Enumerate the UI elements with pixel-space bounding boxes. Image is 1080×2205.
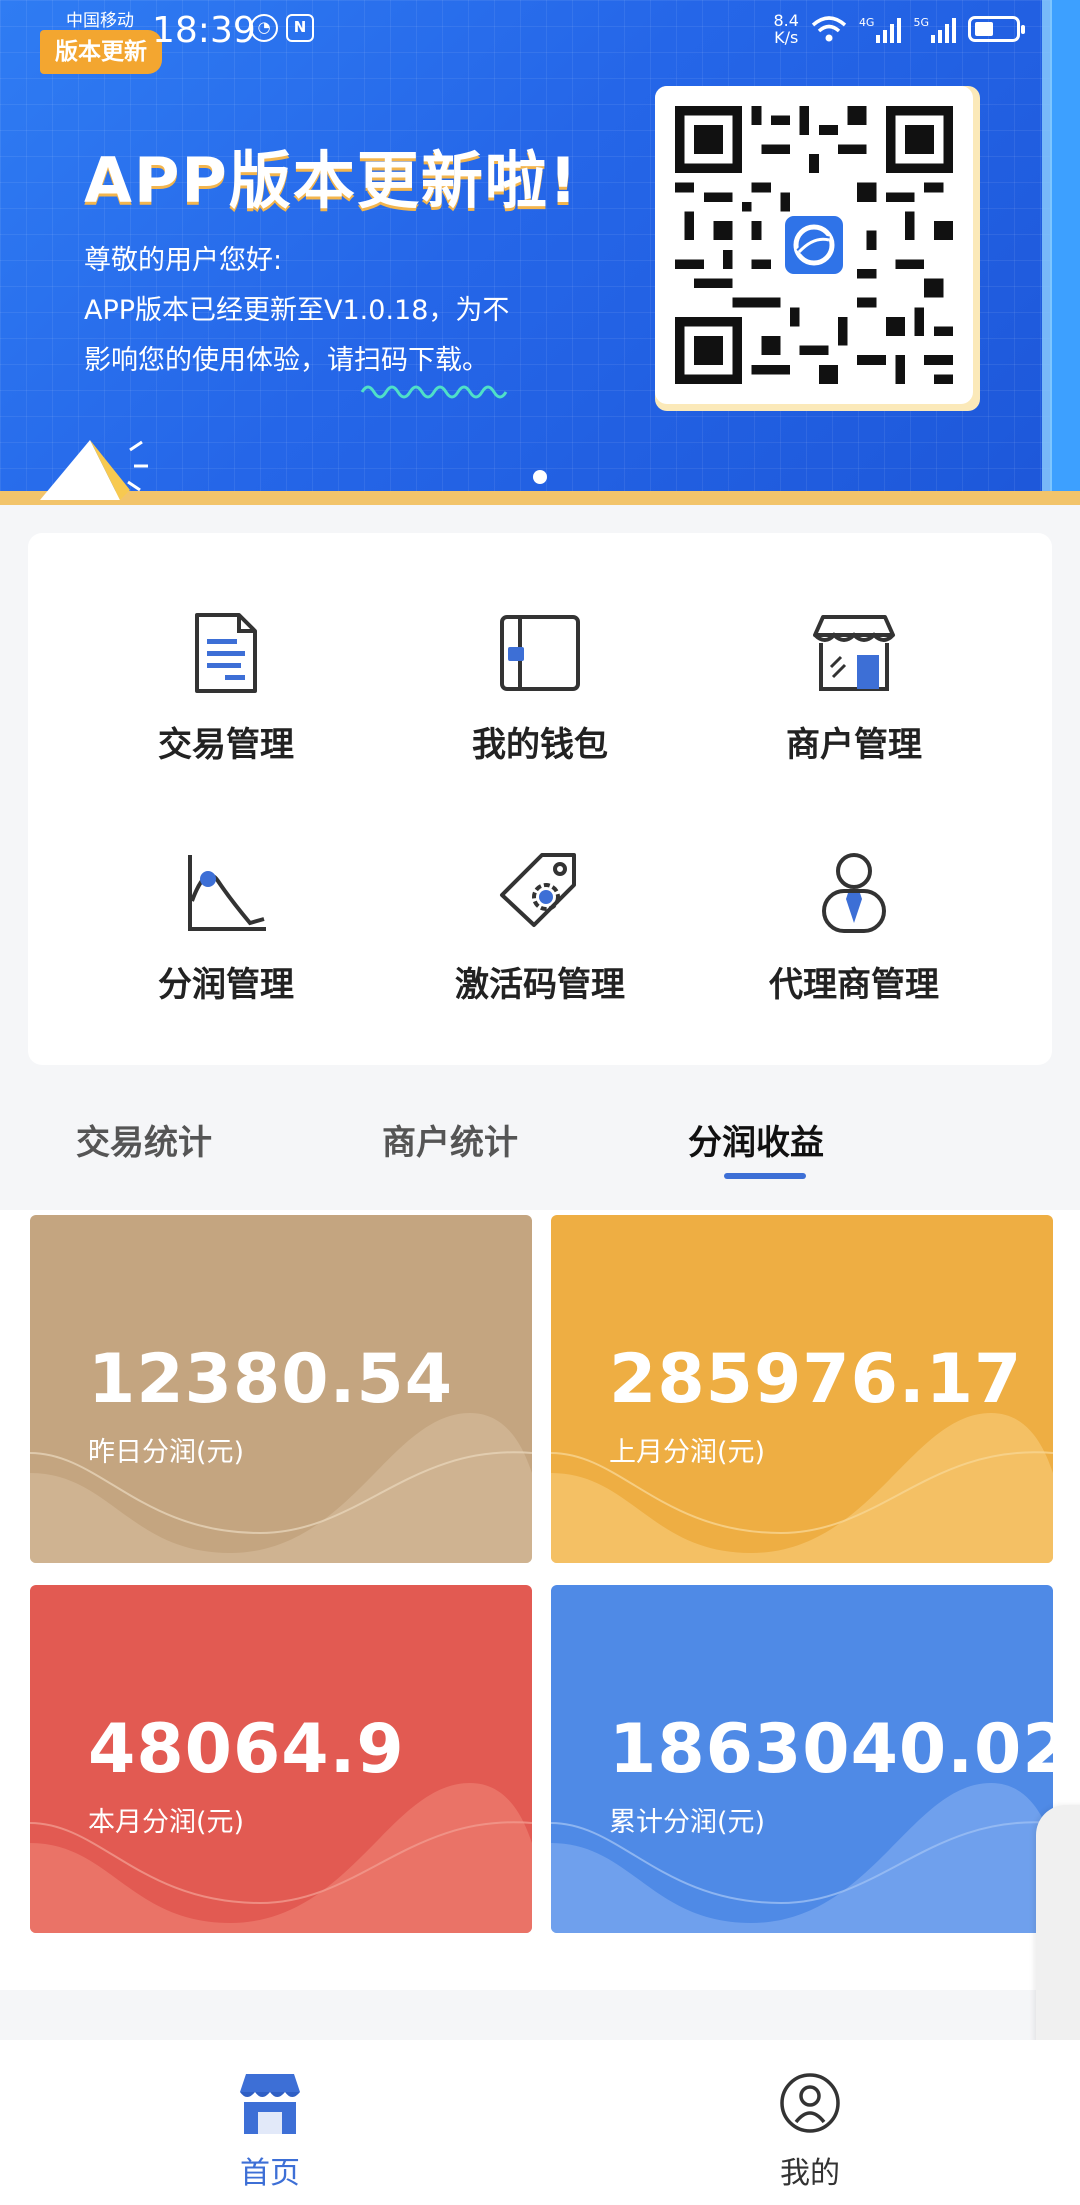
status-bar: 中国移动 18:39 ◔ N 8.4 K/s 4G 5G [0,0,1080,60]
tag-gear-icon [500,853,576,927]
stat-value: 1863040.02 [609,1710,1053,1789]
menu-item-wallet[interactable]: 我的钱包 [390,611,690,766]
tab-merchant-stats[interactable]: 商户统计 [382,1115,518,1164]
banner-edge [1050,0,1080,505]
stat-card-this-month[interactable]: 48064.9 本月分润(元) [30,1585,532,1933]
net-speed-value: 8.4 [773,11,799,30]
agent-icon [822,853,886,933]
stat-card-cumulative[interactable]: 1863040.02 累计分润(元) [551,1585,1053,1933]
nav-label: 首页 [240,2156,300,2191]
menu-label: 交易管理 [158,725,294,765]
menu-label: 激活码管理 [455,965,625,1005]
floating-side-handle[interactable] [1036,1805,1080,2070]
menu-label: 商户管理 [786,725,922,765]
carousel-indicator[interactable] [533,470,547,484]
signal-4g: 4G [859,16,902,43]
menu-label: 分润管理 [158,965,294,1005]
menu-item-agent[interactable]: 代理商管理 [704,851,1004,1006]
menu-item-profit-share[interactable]: 分润管理 [76,851,376,1006]
menu-item-transaction[interactable]: 交易管理 [76,611,376,766]
wifi-icon [811,16,847,42]
banner-title: APP版本更新啦! [84,144,580,217]
banner-message-line2: 影响您的使用体验，请扫码下载。 [84,345,489,376]
user-icon [780,2073,840,2133]
menu-label: 我的钱包 [472,725,608,765]
nav-mine[interactable]: 我的 [710,2070,910,2192]
bottom-navigation: 首页 我的 [0,2040,1080,2205]
signal-4g-label: 4G [858,15,875,29]
net-speed: 8.4 K/s [773,12,798,46]
store-home-icon [240,2074,300,2134]
qr-code[interactable] [655,86,973,404]
store-icon [813,615,895,691]
function-menu: 交易管理 我的钱包 商户管理 分润管理 激活码管理 代理商管理 [28,533,1052,1065]
stats-tabs: 交易统计 商户统计 分润收益 [0,1095,1080,1205]
stat-value: 48064.9 [88,1710,405,1789]
tab-transaction-stats[interactable]: 交易统计 [76,1115,212,1164]
signal-bars-icon [876,17,902,43]
stat-card-last-month[interactable]: 285976.17 上月分润(元) [551,1215,1053,1563]
nav-label: 我的 [780,2156,840,2191]
stat-card-yesterday[interactable]: 12380.54 昨日分润(元) [30,1215,532,1563]
stat-label: 本月分润(元) [88,1807,245,1838]
banner-greeting: 尊敬的用户您好: [84,245,283,276]
stat-label: 累计分润(元) [609,1807,766,1838]
update-banner[interactable]: 版本更新 中国移动 18:39 ◔ N 8.4 K/s 4G 5G APP版本更… [0,0,1080,505]
wallet-icon [500,615,580,691]
signal-5g-label: 5G [913,15,929,29]
wave-decoration [360,385,508,399]
nav-home[interactable]: 首页 [170,2070,370,2192]
tab-profit-earnings[interactable]: 分润收益 [688,1115,824,1164]
banner-message-line1: APP版本已经更新至V1.0.18，为不 [84,295,510,326]
notification-icon: ◔ [250,14,278,42]
document-icon [195,613,257,693]
banner-edge-highlight [1042,0,1052,505]
megaphone-icon [40,440,148,500]
app-logo-icon [780,211,848,279]
signal-bars-icon [931,17,956,43]
stat-label: 上月分润(元) [609,1437,766,1468]
status-right: 8.4 K/s 4G 5G [773,12,1025,46]
nfc-icon: N [286,14,314,42]
signal-5g: 5G [913,16,956,43]
active-tab-indicator [724,1173,806,1179]
net-speed-unit: K/s [774,28,799,47]
clock: 18:39 [152,10,256,51]
menu-label: 代理商管理 [769,965,939,1005]
menu-item-merchant[interactable]: 商户管理 [704,611,1004,766]
menu-item-activation-code[interactable]: 激活码管理 [390,851,690,1006]
banner-bottom-strip [0,491,1080,505]
status-icons: ◔ N [250,14,314,42]
stat-value: 12380.54 [88,1340,454,1419]
battery-icon [968,16,1025,42]
chart-icon [188,855,266,931]
stat-label: 昨日分润(元) [88,1437,245,1468]
carrier-name: 中国移动 [66,11,134,31]
stat-value: 285976.17 [609,1340,1023,1419]
